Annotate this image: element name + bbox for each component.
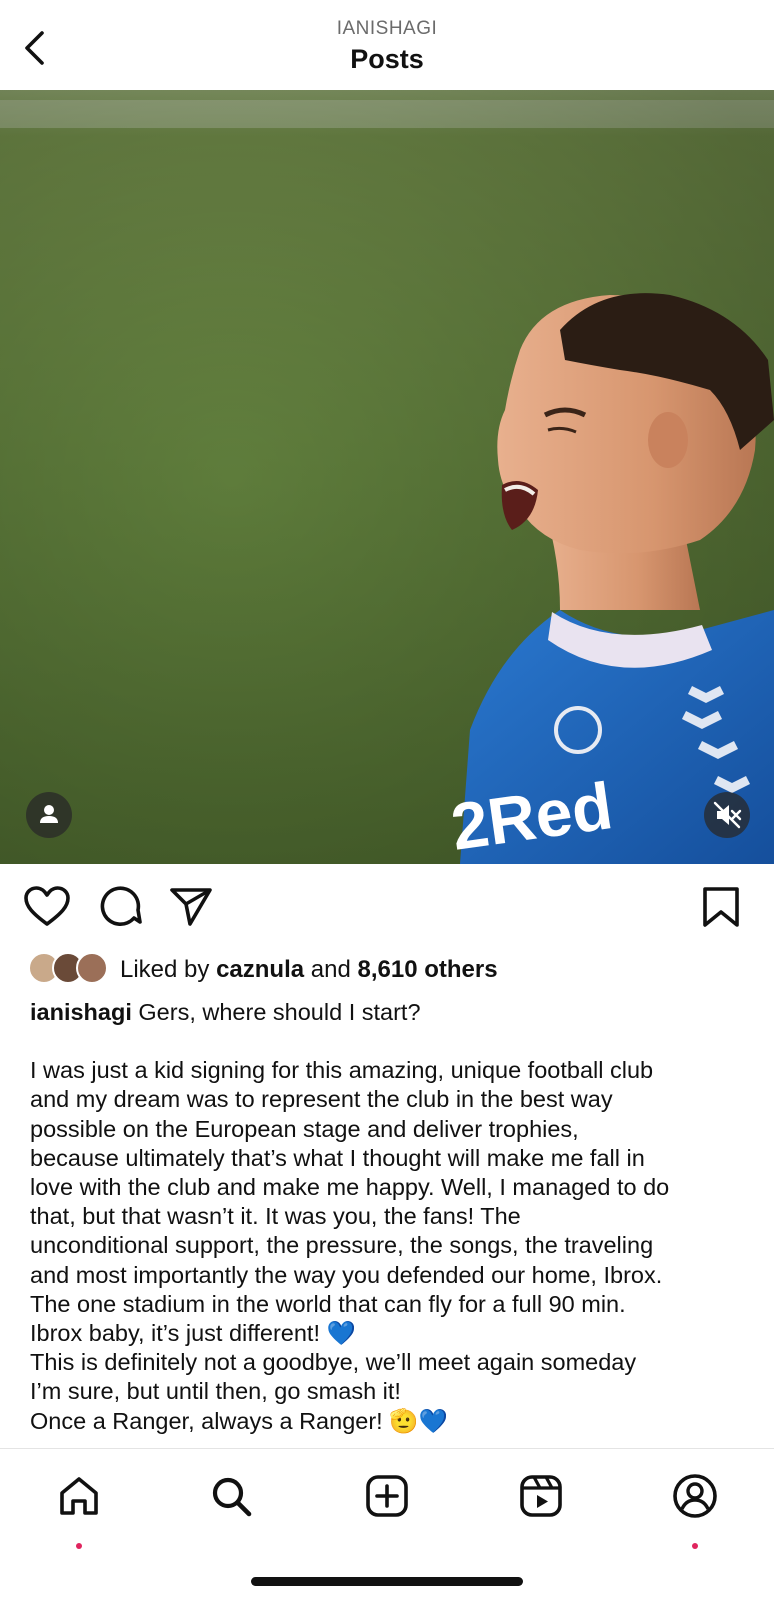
tagged-people-button[interactable] [26,792,72,838]
create-icon [366,1475,408,1517]
caption-line: because ultimately that’s what I thought… [30,1144,645,1171]
caption-line: The one stadium in the world that can fl… [30,1290,626,1317]
liker-username[interactable]: caznula [216,956,304,983]
home-indicator[interactable] [251,1577,523,1586]
likes-connector: and [304,956,358,983]
caption-line: This is definitely not a goodbye, we’ll … [30,1349,637,1376]
post-video[interactable]: 2Red [0,90,774,864]
header-username: IANISHAGI [336,18,438,39]
tab-home[interactable] [54,1471,104,1521]
caption-line: Once a Ranger, always a Ranger! 🫡💙 [30,1407,448,1434]
search-icon [212,1477,252,1517]
share-icon [170,888,212,926]
share-button[interactable] [166,884,216,930]
comment-button[interactable] [96,884,146,930]
caption-line: that, but that wasn’t it. It was you, th… [30,1203,521,1230]
heart-icon [24,886,70,926]
likes-count[interactable]: 8,610 others [357,956,497,983]
page-title: Posts [350,44,424,74]
caption-line: unconditional support, the pressure, the… [30,1232,654,1259]
caption-line: I was just a kid signing for this amazin… [30,1057,654,1084]
caption-author[interactable]: ianishagi [30,999,132,1025]
tab-reels[interactable] [516,1471,566,1521]
caption-line: Ibrox baby, it’s just different! 💙 [30,1320,356,1347]
caption-line: I’m sure, but until then, go smash it! [30,1378,401,1405]
muted-speaker-icon [713,801,742,829]
likes-prefix: Liked by [120,956,217,983]
home-notification-dot [76,1543,82,1549]
bookmark-icon [703,887,739,927]
user-tag-icon [40,805,58,823]
likes-row[interactable]: Liked by caznula and 8,610 others [28,950,748,990]
post-video-frame: 2Red [0,90,774,864]
post-actions [0,874,774,940]
top-bar: IANISHAGI Posts [0,0,774,90]
save-button[interactable] [696,884,746,930]
caption-line: and my dream was to represent the club i… [30,1086,613,1113]
tab-create[interactable] [362,1471,412,1521]
caption-body: I was just a kid signing for this amazin… [30,1056,750,1436]
tab-profile[interactable] [670,1471,720,1521]
caption-line: and most importantly the way you defende… [30,1261,663,1288]
comment-icon [100,886,142,926]
reels-icon [520,1475,562,1517]
profile-icon [673,1474,717,1518]
home-icon [60,1477,98,1515]
liker-avatars [28,952,112,988]
avatar [76,952,108,984]
caption-line: love with the club and make me happy. We… [30,1174,670,1201]
caption-line: possible on the European stage and deliv… [30,1115,579,1142]
caption-first-line: ianishagi Gers, where should I start? [30,998,750,1027]
caption-text: Gers, where should I start? [131,999,421,1025]
tab-search[interactable] [206,1471,256,1521]
like-button[interactable] [22,884,72,930]
post-caption: ianishagi Gers, where should I start? I … [30,998,750,1436]
likes-summary: Liked by caznula and 8,610 others [120,956,498,984]
mute-toggle-button[interactable] [704,792,750,838]
bottom-tab-bar [0,1448,774,1549]
profile-notification-dot [692,1543,698,1549]
